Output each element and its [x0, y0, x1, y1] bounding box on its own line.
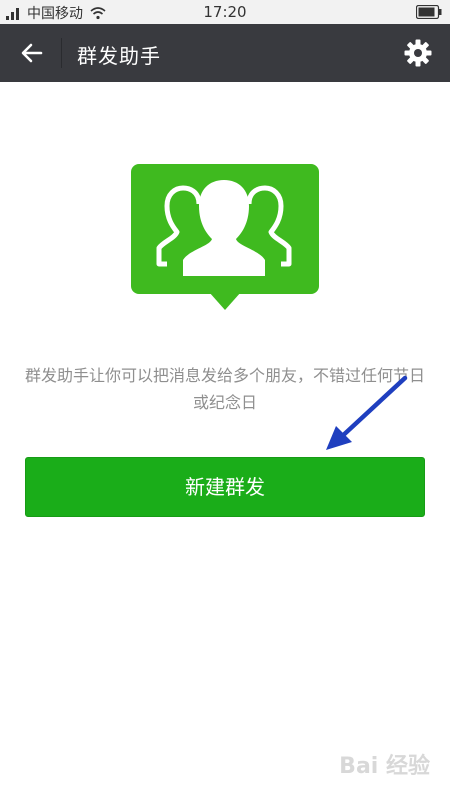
status-time: 17:20 — [203, 3, 247, 21]
group-contacts-icon — [131, 164, 319, 310]
status-bar: 中国移动 17:20 — [0, 0, 450, 24]
new-broadcast-button[interactable]: 新建群发 — [25, 457, 425, 517]
title-divider — [61, 38, 62, 68]
title-bar: 群发助手 — [0, 24, 450, 82]
settings-button[interactable] — [398, 33, 438, 73]
page-title: 群发助手 — [77, 44, 161, 68]
watermark: Bai 经验 — [339, 754, 430, 779]
annotation-arrow-icon — [326, 375, 408, 450]
gear-icon — [404, 39, 432, 67]
back-button[interactable] — [12, 33, 52, 73]
battery-icon — [416, 5, 442, 19]
back-arrow-icon — [21, 43, 43, 63]
